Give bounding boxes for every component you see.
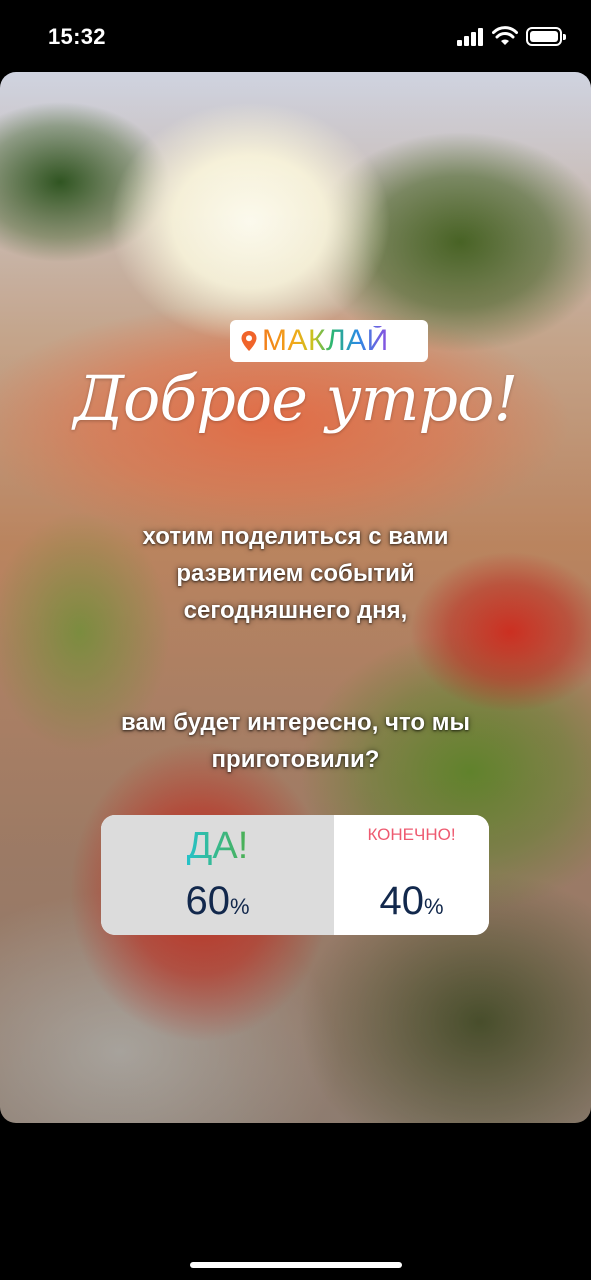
battery-icon xyxy=(526,27,566,46)
question-text: вам будет интересно, что мы приготовили? xyxy=(40,704,551,778)
poll-option-sure[interactable]: КОНЕЧНО! 40% xyxy=(334,815,489,935)
poll-option-yes-percent: 60% xyxy=(101,879,334,924)
poll-option-yes[interactable]: ДА! 60% xyxy=(101,815,334,935)
story-card[interactable]: МАКЛАЙ Доброе утро! хотим поделиться с в… xyxy=(0,72,591,1123)
poll-option-sure-label: КОНЕЧНО! xyxy=(367,825,456,844)
poll-option-yes-label: ДА! xyxy=(186,825,249,867)
poll-option-sure-percent: 40% xyxy=(334,879,489,924)
poll-option-yes-percent-value: 60 xyxy=(185,879,230,923)
location-label: МАКЛАЙ xyxy=(262,324,389,357)
status-time: 15:32 xyxy=(48,24,106,49)
poll-option-yes-percent-unit: % xyxy=(229,894,250,919)
caption-line: развитием событий xyxy=(176,560,415,587)
poll-sticker: ДА! 60% КОНЕЧНО! 40% xyxy=(101,815,489,935)
question-line: вам будет интересно, что мы xyxy=(121,709,470,736)
home-indicator[interactable] xyxy=(190,1262,402,1268)
location-sticker[interactable]: МАКЛАЙ xyxy=(230,320,428,362)
wifi-icon xyxy=(492,26,518,45)
poll-option-sure-percent-unit: % xyxy=(423,894,444,919)
caption-line: хотим поделиться с вами xyxy=(142,523,449,550)
status-bar: 15:32 xyxy=(0,0,591,72)
caption-line: сегодняшнего дня, xyxy=(183,597,408,624)
caption-text: хотим поделиться с вами развитием событи… xyxy=(40,518,551,629)
poll-option-sure-percent-value: 40 xyxy=(379,879,424,923)
location-pin-icon xyxy=(241,331,257,351)
cellular-signal-icon xyxy=(457,28,485,46)
greeting-title: Доброе утро! xyxy=(73,362,519,435)
question-line: приготовили? xyxy=(211,746,380,773)
